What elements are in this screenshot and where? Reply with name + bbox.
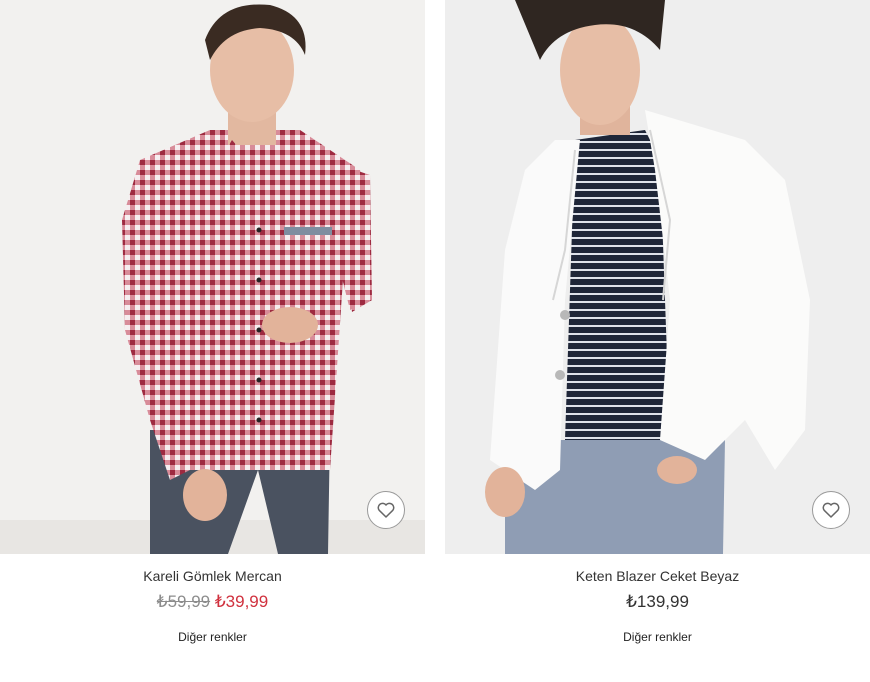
price: ₺139,99	[626, 592, 689, 611]
heart-outline-icon	[822, 502, 840, 518]
product-card[interactable]: Keten Blazer Ceket Beyaz ₺139,99 Diğer r…	[445, 0, 870, 682]
product-image[interactable]	[0, 0, 425, 554]
other-colors-link[interactable]: Diğer renkler	[0, 630, 425, 644]
heart-outline-icon	[377, 502, 395, 518]
price-group: ₺139,99	[445, 592, 870, 612]
product-name[interactable]: Kareli Gömlek Mercan	[0, 568, 425, 584]
favorite-button[interactable]	[367, 491, 405, 529]
other-colors-link[interactable]: Diğer renkler	[445, 630, 870, 644]
old-price: ₺59,99	[156, 592, 211, 611]
product-name[interactable]: Keten Blazer Ceket Beyaz	[445, 568, 870, 584]
sale-price: ₺39,99	[214, 592, 269, 611]
favorite-button[interactable]	[812, 491, 850, 529]
product-card[interactable]: Kareli Gömlek Mercan ₺59,99 ₺39,99 Diğer…	[0, 0, 425, 682]
price-group: ₺59,99 ₺39,99	[0, 592, 425, 612]
product-image[interactable]	[445, 0, 870, 554]
